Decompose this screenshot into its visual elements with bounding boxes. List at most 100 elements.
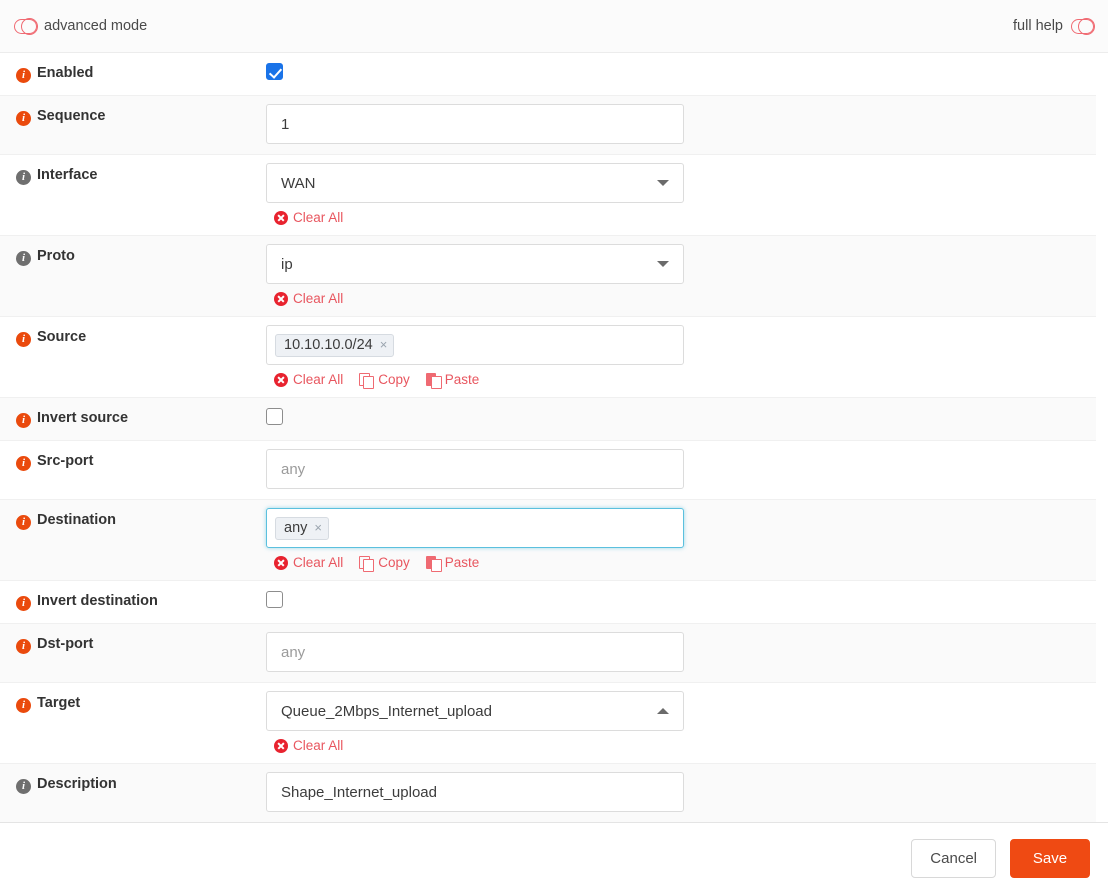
action-label: Clear All	[293, 210, 343, 225]
token-label: 10.10.10.0/24	[284, 337, 373, 353]
field-label-text: Source	[37, 329, 86, 345]
input-src-port[interactable]: any	[266, 449, 684, 489]
field-control-destination: any × Clear All Copy Paste	[260, 500, 1096, 580]
clear-all-action[interactable]: Clear All	[274, 210, 343, 225]
select-value: WAN	[281, 175, 315, 192]
clear-all-icon	[274, 373, 288, 387]
info-icon[interactable]: i	[16, 332, 31, 347]
form-row: i Dst-port any	[0, 624, 1096, 683]
field-actions: Clear All	[266, 291, 1086, 306]
rule-edit-dialog: advanced mode full help iEnablediSequenc…	[0, 0, 1108, 894]
field-label-proto: iProto	[0, 236, 260, 278]
input-sequence[interactable]: 1	[266, 104, 684, 144]
info-icon[interactable]: i	[16, 779, 31, 794]
chevron-up-icon[interactable]	[657, 708, 669, 714]
dialog-toolbar: advanced mode full help	[0, 0, 1108, 53]
field-label-text: Invert source	[37, 410, 128, 426]
info-icon[interactable]: i	[16, 413, 31, 428]
token-input-destination[interactable]: any ×	[266, 508, 684, 548]
field-control-sequence: 1	[260, 96, 1096, 154]
field-label-text: Target	[37, 695, 80, 711]
full-help-control[interactable]: full help	[1013, 18, 1094, 34]
info-icon[interactable]: i	[16, 251, 31, 266]
field-label-dst-port: i Dst-port	[0, 624, 260, 666]
field-label-text: Sequence	[37, 108, 106, 124]
field-control-source: 10.10.10.0/24 × Clear All Copy Paste	[260, 317, 1096, 397]
cancel-button[interactable]: Cancel	[911, 839, 996, 878]
save-button[interactable]: Save	[1010, 839, 1090, 878]
info-icon[interactable]: i	[16, 596, 31, 611]
paste-action[interactable]: Paste	[426, 372, 480, 387]
remove-token-icon[interactable]: ×	[380, 337, 388, 352]
token-label: any	[284, 520, 307, 536]
form-row: iEnabled	[0, 53, 1096, 96]
form-row: i Src-port any	[0, 441, 1096, 500]
checkbox-enabled[interactable]	[266, 63, 283, 80]
rule-form: iEnablediSequence1iInterfaceWANClear All…	[0, 53, 1096, 823]
toggle-off-icon[interactable]	[1071, 19, 1094, 34]
field-label-invert-source: i Invert source	[0, 398, 260, 440]
clear-all-action[interactable]: Clear All	[274, 291, 343, 306]
input-description[interactable]: Shape_Internet_upload	[266, 772, 684, 812]
action-label: Clear All	[293, 372, 343, 387]
field-label-text: Dst-port	[37, 636, 93, 652]
token-input-source[interactable]: 10.10.10.0/24 ×	[266, 325, 684, 365]
info-icon[interactable]: i	[16, 698, 31, 713]
field-label-invert-destination: i Invert destination	[0, 581, 260, 623]
info-icon[interactable]: i	[16, 111, 31, 126]
select-value: ip	[281, 256, 293, 273]
info-icon[interactable]: i	[16, 639, 31, 654]
form-row: i Target Queue_2Mbps_Internet_upload Clear …	[0, 683, 1096, 764]
field-label-text: Invert destination	[37, 593, 158, 609]
field-label-interface: i Interface	[0, 155, 260, 197]
token-chip[interactable]: 10.10.10.0/24 ×	[275, 334, 394, 357]
clear-all-icon	[274, 556, 288, 570]
select-value: Queue_2Mbps_Internet_upload	[281, 703, 492, 720]
clear-all-action[interactable]: Clear All	[274, 738, 343, 753]
field-actions: Clear All Copy Paste	[266, 372, 1086, 387]
field-label-text: Src-port	[37, 453, 93, 469]
toggle-off-icon[interactable]	[14, 19, 37, 34]
input-dst-port[interactable]: any	[266, 632, 684, 672]
checkbox-invert-destination[interactable]	[266, 591, 283, 608]
action-label: Paste	[445, 372, 480, 387]
select-proto[interactable]: ip	[266, 244, 684, 284]
full-help-label: full help	[1013, 18, 1063, 34]
clear-all-icon	[274, 292, 288, 306]
token-chip[interactable]: any ×	[275, 517, 329, 540]
action-label: Copy	[378, 372, 410, 387]
paste-icon	[426, 372, 440, 387]
clear-all-action[interactable]: Clear All	[274, 555, 343, 570]
field-label-source: i Source	[0, 317, 260, 359]
field-label-text: Interface	[37, 167, 97, 183]
field-control-target: Queue_2Mbps_Internet_upload Clear All	[260, 683, 1096, 763]
field-actions: Clear All	[266, 210, 1086, 225]
copy-icon	[359, 556, 373, 570]
action-label: Paste	[445, 555, 480, 570]
chevron-down-icon[interactable]	[657, 180, 669, 186]
copy-action[interactable]: Copy	[359, 372, 410, 387]
field-label-src-port: i Src-port	[0, 441, 260, 483]
select-target[interactable]: Queue_2Mbps_Internet_upload	[266, 691, 684, 731]
info-icon[interactable]: i	[16, 68, 31, 83]
copy-icon	[359, 373, 373, 387]
paste-action[interactable]: Paste	[426, 555, 480, 570]
chevron-down-icon[interactable]	[657, 261, 669, 267]
field-label-text: Destination	[37, 512, 116, 528]
clear-all-action[interactable]: Clear All	[274, 372, 343, 387]
action-label: Clear All	[293, 291, 343, 306]
field-label-text: Description	[37, 776, 117, 792]
field-label-target: i Target	[0, 683, 260, 725]
checkbox-invert-source[interactable]	[266, 408, 283, 425]
advanced-mode-label: advanced mode	[44, 18, 147, 34]
info-icon[interactable]: i	[16, 456, 31, 471]
form-row: i Description Shape_Internet_upload	[0, 764, 1096, 823]
info-icon[interactable]: i	[16, 515, 31, 530]
field-control-invert-destination	[260, 581, 1096, 623]
copy-action[interactable]: Copy	[359, 555, 410, 570]
select-interface[interactable]: WAN	[266, 163, 684, 203]
advanced-mode-control[interactable]: advanced mode	[14, 18, 147, 34]
remove-token-icon[interactable]: ×	[314, 520, 322, 535]
form-row: i Source 10.10.10.0/24 × Clear All Copy Paste	[0, 317, 1096, 398]
info-icon[interactable]: i	[16, 170, 31, 185]
